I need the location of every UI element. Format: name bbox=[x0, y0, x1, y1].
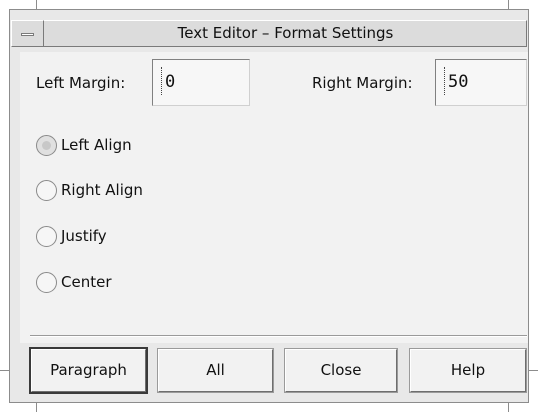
radio-button[interactable] bbox=[36, 272, 57, 293]
radio-label: Left Align bbox=[61, 136, 132, 154]
window-menu-button[interactable] bbox=[11, 20, 44, 47]
right-margin-field[interactable]: 50 bbox=[435, 59, 527, 106]
help-button[interactable]: Help bbox=[409, 348, 527, 393]
radio-option-left-align[interactable]: Left Align bbox=[36, 135, 196, 159]
radio-label: Center bbox=[61, 273, 112, 291]
frame-corner-tick bbox=[0, 370, 9, 371]
frame-corner-tick bbox=[36, 0, 37, 9]
frame-corner-tick bbox=[508, 0, 509, 9]
all-button[interactable]: All bbox=[157, 348, 274, 393]
window-title: Text Editor – Format Settings bbox=[177, 24, 394, 42]
frame-corner-tick bbox=[36, 403, 37, 412]
frame-corner-tick bbox=[508, 403, 509, 412]
text-cursor bbox=[161, 67, 167, 95]
left-margin-field[interactable]: 0 bbox=[152, 59, 250, 106]
radio-button[interactable] bbox=[36, 180, 57, 201]
radio-label: Right Align bbox=[61, 181, 143, 199]
radio-button[interactable] bbox=[36, 135, 57, 156]
close-button[interactable]: Close bbox=[284, 348, 398, 393]
radio-label: Justify bbox=[61, 227, 107, 245]
text-cursor bbox=[444, 67, 450, 95]
radio-button[interactable] bbox=[36, 226, 57, 247]
separator bbox=[30, 335, 527, 337]
right-margin-value: 50 bbox=[448, 72, 469, 92]
paragraph-button[interactable]: Paragraph bbox=[29, 347, 148, 394]
radio-dot bbox=[42, 141, 51, 150]
right-margin-label: Right Margin: bbox=[312, 74, 413, 92]
radio-option-justify[interactable]: Justify bbox=[36, 226, 196, 250]
radio-option-center[interactable]: Center bbox=[36, 272, 196, 296]
window-menu-icon bbox=[21, 33, 34, 36]
radio-option-right-align[interactable]: Right Align bbox=[36, 180, 196, 204]
frame-corner-tick bbox=[529, 370, 538, 371]
left-margin-label: Left Margin: bbox=[36, 74, 126, 92]
